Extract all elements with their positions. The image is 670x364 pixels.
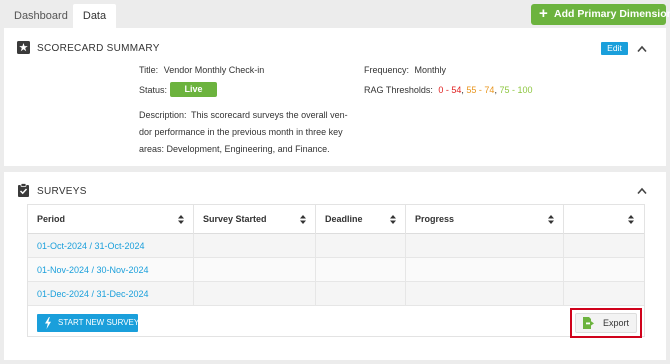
column-header-progress[interactable]: Progress <box>406 205 564 234</box>
survey-started-cell <box>194 282 316 306</box>
title-label: Title: <box>139 65 159 75</box>
sort-icon[interactable] <box>390 215 396 224</box>
chevron-up-icon[interactable] <box>637 187 647 195</box>
frequency-field: Frequency: Monthly <box>364 65 446 75</box>
period-cell: 01-Dec-2024 / 31-Dec-2024 <box>28 282 194 306</box>
progress-cell <box>406 258 564 282</box>
column-header-survey-started[interactable]: Survey Started <box>194 205 316 234</box>
sort-icon[interactable] <box>628 215 634 224</box>
rag-label: RAG Thresholds: <box>364 85 433 95</box>
start-new-survey-label: START NEW SURVEY <box>58 318 140 327</box>
title-field: Title: Vendor Monthly Check-in <box>139 65 264 75</box>
sort-icon[interactable] <box>548 215 554 224</box>
survey-started-cell <box>194 258 316 282</box>
frequency-value: Monthly <box>414 65 447 75</box>
progress-cell <box>406 282 564 306</box>
export-label: Export <box>603 318 630 328</box>
star-icon <box>17 41 30 54</box>
rag-thresholds-field: RAG Thresholds: 0 - 54, 55 - 74, 75 - 10… <box>364 85 533 95</box>
export-button[interactable]: Export <box>575 313 637 333</box>
tab-data[interactable]: Data <box>73 4 116 28</box>
tab-dashboard[interactable]: Dashboard <box>2 4 80 28</box>
deadline-cell <box>316 234 406 258</box>
lightning-bolt-icon <box>45 317 51 329</box>
period-link[interactable]: 01-Oct-2024 / 31-Oct-2024 <box>37 234 145 258</box>
table-row: 01-Oct-2024 / 31-Oct-2024 <box>28 234 644 258</box>
description-label: Description: <box>139 110 187 120</box>
table-row: 01-Nov-2024 / 30-Nov-2024 <box>28 258 644 282</box>
clipboard-check-icon <box>18 183 29 197</box>
start-new-survey-button[interactable]: START NEW SURVEY <box>37 314 140 332</box>
scorecard-summary-panel: SCORECARD SUMMARY Edit Title: Vendor Mon… <box>4 28 666 166</box>
progress-cell <box>406 234 564 258</box>
edit-button[interactable]: Edit <box>601 42 628 55</box>
sort-icon[interactable] <box>300 215 306 224</box>
rag-orange-range: 55 - 74 <box>466 85 495 95</box>
table-row: 01-Dec-2024 / 31-Dec-2024 <box>28 282 644 306</box>
period-cell: 01-Nov-2024 / 30-Nov-2024 <box>28 258 194 282</box>
status-label: Status: <box>139 85 168 95</box>
chevron-up-icon[interactable] <box>637 45 647 53</box>
add-primary-dimension-button[interactable]: + Add Primary Dimension <box>531 4 670 25</box>
status-badge: Live <box>170 82 217 97</box>
rag-green-range: 75 - 100 <box>499 85 533 95</box>
survey-started-cell <box>194 234 316 258</box>
surveys-panel: SURVEYS Period Survey Started Deadline P… <box>4 172 666 360</box>
title-value: Vendor Monthly Check-in <box>163 65 265 75</box>
period-cell: 01-Oct-2024 / 31-Oct-2024 <box>28 234 194 258</box>
description-field: Description: This scorecard surveys the … <box>139 107 349 158</box>
top-bar: Dashboard Data + Add Primary Dimension <box>0 0 670 28</box>
scorecard-summary-title: SCORECARD SUMMARY <box>37 43 160 54</box>
frequency-label: Frequency: <box>364 65 410 75</box>
surveys-title: SURVEYS <box>37 186 87 197</box>
table-header: Period Survey Started Deadline Progress <box>28 205 644 234</box>
column-header-period[interactable]: Period <box>28 205 194 234</box>
deadline-cell <box>316 282 406 306</box>
plus-icon: + <box>539 5 548 22</box>
deadline-cell <box>316 258 406 282</box>
excel-export-icon <box>583 317 594 329</box>
column-header-deadline[interactable]: Deadline <box>316 205 406 234</box>
period-link[interactable]: 01-Nov-2024 / 30-Nov-2024 <box>37 258 149 282</box>
add-primary-dimension-label: Add Primary Dimension <box>554 8 670 20</box>
rag-red-range: 0 - 54 <box>438 85 462 95</box>
sort-icon[interactable] <box>178 215 184 224</box>
export-highlight-box: Export <box>570 308 642 338</box>
column-header-actions[interactable] <box>564 205 644 234</box>
period-link[interactable]: 01-Dec-2024 / 31-Dec-2024 <box>37 282 149 306</box>
